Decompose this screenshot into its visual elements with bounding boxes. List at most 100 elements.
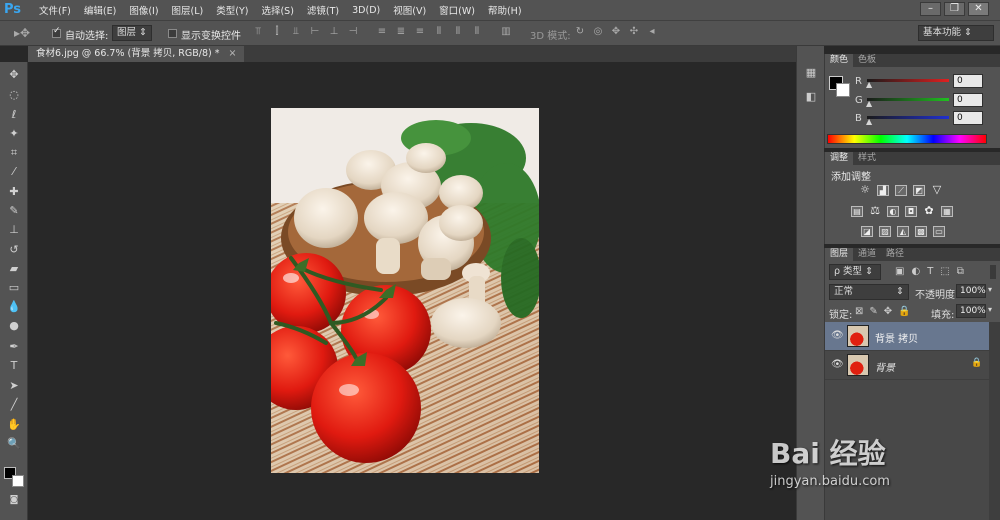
curves-icon[interactable]: ⟋ <box>895 185 907 196</box>
blur-tool-icon[interactable]: 💧 <box>5 298 23 315</box>
distribute-bottom-icon[interactable]: ≡ <box>414 26 426 38</box>
crop-tool-icon[interactable]: ⌗ <box>5 144 23 161</box>
distribute-hcenter-icon[interactable]: ⦀ <box>452 26 464 38</box>
align-vcenter-icon[interactable]: ⫿ <box>271 26 283 38</box>
pen-tool-icon[interactable]: ✒ <box>5 338 23 355</box>
channel-b-input[interactable]: 0 <box>953 111 983 125</box>
tab-color[interactable]: 颜色 <box>825 54 854 67</box>
channel-r-input[interactable]: 0 <box>953 74 983 88</box>
tab-paths[interactable]: 路径 <box>881 248 909 261</box>
layer-name[interactable]: 背景 拷贝 <box>875 330 918 345</box>
auto-align-icon[interactable]: ▥ <box>500 26 512 38</box>
threshold-icon[interactable]: ◭ <box>897 226 909 237</box>
distribute-vcenter-icon[interactable]: ≣ <box>395 26 407 38</box>
gradient-tool-icon[interactable]: ▭ <box>5 279 23 296</box>
distribute-top-icon[interactable]: ≡ <box>376 26 388 38</box>
visibility-eye-icon[interactable]: 👁 <box>831 360 844 370</box>
filter-shape-icon[interactable]: ⬚ <box>940 266 949 277</box>
menu-layer[interactable]: 图层(L) <box>172 3 204 17</box>
lock-all-icon[interactable]: 🔒 <box>898 306 910 317</box>
canvas-area[interactable] <box>28 62 796 520</box>
quick-mask-icon[interactable]: ◙ <box>5 492 23 509</box>
brightness-contrast-icon[interactable]: ☼ <box>859 184 871 196</box>
color-balance-icon[interactable]: ⚖ <box>869 205 881 217</box>
menu-edit[interactable]: 编辑(E) <box>84 3 116 17</box>
vibrance-icon[interactable]: ▽ <box>931 184 943 196</box>
show-transform-checkbox[interactable] <box>168 29 177 38</box>
document-tab[interactable]: 食材6.jpg @ 66.7% (背景 拷贝, RGB/8) * × <box>28 46 245 62</box>
lock-transparent-icon[interactable]: ⊠ <box>855 306 863 317</box>
align-hcenter-icon[interactable]: ⊥ <box>328 26 340 38</box>
filter-toggle-icon[interactable] <box>990 265 996 279</box>
selective-color-icon[interactable]: ▩ <box>915 226 927 237</box>
lock-position-icon[interactable]: ✥ <box>884 306 892 317</box>
type-tool-icon[interactable]: T <box>5 357 23 374</box>
auto-select-target-dropdown[interactable]: 图层 ⇕ <box>112 25 152 41</box>
healing-brush-tool-icon[interactable]: ✚ <box>5 183 23 200</box>
marquee-tool-icon[interactable]: ◌ <box>5 86 23 103</box>
minimize-button[interactable]: – <box>920 2 941 16</box>
menu-view[interactable]: 视图(V) <box>393 3 426 17</box>
align-bottom-icon[interactable]: ⫫ <box>290 26 302 38</box>
path-selection-tool-icon[interactable]: ➤ <box>5 377 23 394</box>
hue-saturation-icon[interactable]: ▤ <box>851 206 863 217</box>
layer-filter-dropdown[interactable]: ρ 类型 ⇕ <box>829 264 881 280</box>
roll-3d-icon[interactable]: ◎ <box>592 26 604 38</box>
black-white-icon[interactable]: ◐ <box>887 206 899 217</box>
fill-dropdown-icon[interactable]: ▾ <box>988 305 992 314</box>
hand-tool-icon[interactable]: ✋ <box>5 416 23 433</box>
slide-3d-icon[interactable]: ✣ <box>628 26 640 38</box>
channel-mixer-icon[interactable]: ✿ <box>923 205 935 217</box>
color-lookup-icon[interactable]: ▦ <box>941 206 953 217</box>
invert-icon[interactable]: ◪ <box>861 226 873 237</box>
filter-smart-object-icon[interactable]: ⧉ <box>957 266 964 277</box>
menu-image[interactable]: 图像(I) <box>129 3 158 17</box>
menu-window[interactable]: 窗口(W) <box>439 3 475 17</box>
rotate-3d-icon[interactable]: ↻ <box>574 26 586 38</box>
history-brush-tool-icon[interactable]: ↺ <box>5 241 23 258</box>
eraser-tool-icon[interactable]: ▰ <box>5 260 23 277</box>
restore-button[interactable]: ❐ <box>944 2 965 16</box>
filter-adjustment-icon[interactable]: ◐ <box>911 266 920 277</box>
drag-3d-icon[interactable]: ✥ <box>610 26 622 38</box>
menu-filter[interactable]: 滤镜(T) <box>307 3 339 17</box>
tab-layers[interactable]: 图层 <box>825 248 854 261</box>
menu-type[interactable]: 类型(Y) <box>216 3 248 17</box>
menu-help[interactable]: 帮助(H) <box>488 3 522 17</box>
layer-row-background[interactable]: 👁 背景 🔒 <box>825 351 989 380</box>
line-tool-icon[interactable]: ╱ <box>5 396 23 413</box>
distribute-right-icon[interactable]: ⦀ <box>471 26 483 38</box>
layer-row-background-copy[interactable]: 👁 背景 拷贝 <box>825 322 989 351</box>
channel-g-input[interactable]: 0 <box>953 93 983 107</box>
blend-mode-dropdown[interactable]: 正常 ⇕ <box>829 284 909 300</box>
filter-pixel-icon[interactable]: ▣ <box>895 266 904 277</box>
color-spectrum-ramp[interactable] <box>827 134 987 144</box>
history-panel-icon[interactable]: ▦ <box>801 66 821 82</box>
visibility-eye-icon[interactable]: 👁 <box>831 331 844 341</box>
tab-channels[interactable]: 通道 <box>853 248 881 261</box>
opacity-dropdown-icon[interactable]: ▾ <box>988 285 992 294</box>
clone-stamp-tool-icon[interactable]: ⊥ <box>5 221 23 238</box>
menu-file[interactable]: 文件(F) <box>39 3 71 17</box>
menu-select[interactable]: 选择(S) <box>261 3 293 17</box>
fill-input[interactable]: 100% <box>956 304 986 318</box>
align-top-icon[interactable]: ⫪ <box>252 26 264 38</box>
layers-scrollbar[interactable] <box>989 322 1000 520</box>
properties-panel-icon[interactable]: ◧ <box>801 90 821 106</box>
scale-3d-icon[interactable]: ◂ <box>646 26 658 38</box>
distribute-left-icon[interactable]: ⦀ <box>433 26 445 38</box>
align-right-icon[interactable]: ⊣ <box>347 26 359 38</box>
filter-type-icon[interactable]: T <box>927 266 933 277</box>
color-background-swatch[interactable] <box>836 83 850 97</box>
posterize-icon[interactable]: ▨ <box>879 226 891 237</box>
align-left-icon[interactable]: ⊢ <box>309 26 321 38</box>
background-color-swatch[interactable] <box>12 475 24 487</box>
channel-b-slider[interactable] <box>867 116 949 119</box>
layer-name[interactable]: 背景 <box>875 359 895 374</box>
lasso-tool-icon[interactable]: ℓ <box>5 106 23 123</box>
workspace-dropdown[interactable]: 基本功能 ⇕ <box>918 25 994 41</box>
lock-pixels-icon[interactable]: ✎ <box>869 306 877 317</box>
magic-wand-tool-icon[interactable]: ✦ <box>5 125 23 142</box>
tab-swatches[interactable]: 色板 <box>853 54 881 67</box>
channel-b-handle-icon[interactable]: ▲ <box>866 117 872 126</box>
